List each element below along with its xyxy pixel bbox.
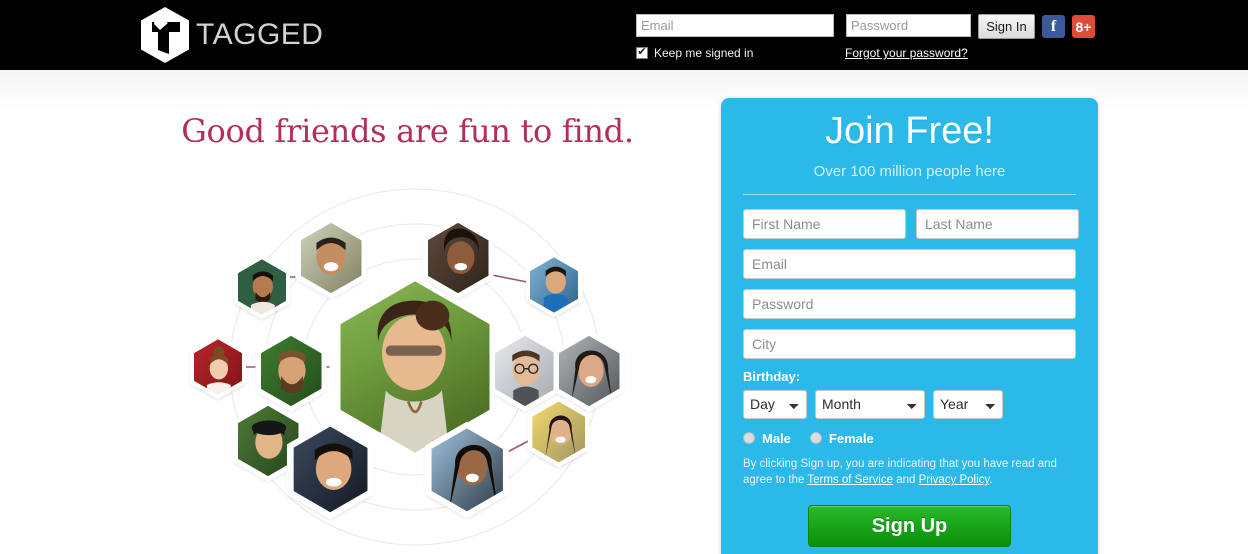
terms-suffix: . (989, 474, 993, 487)
hexagon-avatar-11 (190, 334, 246, 400)
gender-female-radio[interactable] (809, 432, 822, 445)
signup-password-input[interactable] (743, 288, 1076, 319)
birthday-label: Birthday: (743, 368, 801, 384)
privacy-policy-link[interactable]: Privacy Policy (919, 474, 990, 486)
hexagon-avatar-8 (425, 421, 509, 519)
gender-male-radio[interactable] (743, 432, 755, 445)
join-free-panel: Join Free! Over 100 million people here … (721, 98, 1098, 554)
terms-of-service-link[interactable]: Terms of Service (807, 474, 893, 486)
hexagon-avatar-12 (527, 396, 590, 468)
friends-network-graphic (180, 185, 650, 554)
hexagon-avatar-5 (553, 330, 625, 412)
login-email-input[interactable] (636, 14, 834, 37)
signup-email-input[interactable] (743, 248, 1076, 279)
signup-form: Birthday: Day Month Year Male Female By … (721, 195, 1098, 548)
brand-name: TAGGED (196, 18, 324, 51)
join-subtitle: Over 100 million people here (813, 162, 1006, 180)
city-input[interactable] (743, 328, 1076, 359)
sign-in-button[interactable]: Sign In (978, 14, 1035, 39)
google-plus-icon[interactable]: 8+ (1072, 15, 1095, 38)
login-password-input[interactable] (846, 14, 971, 37)
gender-male-label: Male (762, 430, 791, 446)
last-name-input[interactable] (916, 208, 1079, 239)
hexagon-avatar-4 (489, 330, 561, 412)
birthday-row: Day Month Year (743, 389, 1076, 419)
gender-female-label: Female (828, 430, 874, 446)
tagged-hexagon-logo-icon (138, 6, 192, 64)
birthday-day-select[interactable]: Day (743, 389, 807, 419)
hexagon-avatar-1 (295, 217, 367, 299)
birthday-month-select[interactable]: Month (815, 389, 925, 419)
sign-up-button[interactable]: Sign Up (808, 505, 1011, 548)
hexagon-avatar-7 (286, 419, 374, 520)
login-form: Sign In f 8+ Keep me signed in Forgot yo… (636, 14, 1095, 60)
hexagon-avatar-9 (234, 254, 290, 320)
page-headline: Good friends are fun to find. (181, 112, 634, 150)
name-row (743, 208, 1079, 239)
password-row (743, 288, 1076, 319)
facebook-icon[interactable]: f (1042, 15, 1065, 38)
join-title: Join Free! (825, 110, 994, 152)
first-name-input[interactable] (743, 208, 906, 239)
brand-logo[interactable]: TAGGED (138, 6, 323, 64)
terms-and: and (893, 474, 919, 487)
city-row (743, 328, 1076, 359)
gender-row: Male Female (743, 431, 1076, 446)
site-header: TAGGED Sign In f 8+ Keep me signed in Fo… (0, 0, 1248, 70)
keep-me-signed-in-label: Keep me signed in (654, 46, 754, 60)
forgot-password-link[interactable]: Forgot your password? (845, 46, 968, 60)
email-row (743, 248, 1076, 279)
birthday-year-select[interactable]: Year (933, 389, 1003, 419)
keep-me-signed-in-checkbox[interactable] (636, 47, 648, 59)
hexagon-avatar-10 (526, 252, 582, 318)
terms-text: By clicking Sign up, you are indicating … (743, 456, 1076, 489)
